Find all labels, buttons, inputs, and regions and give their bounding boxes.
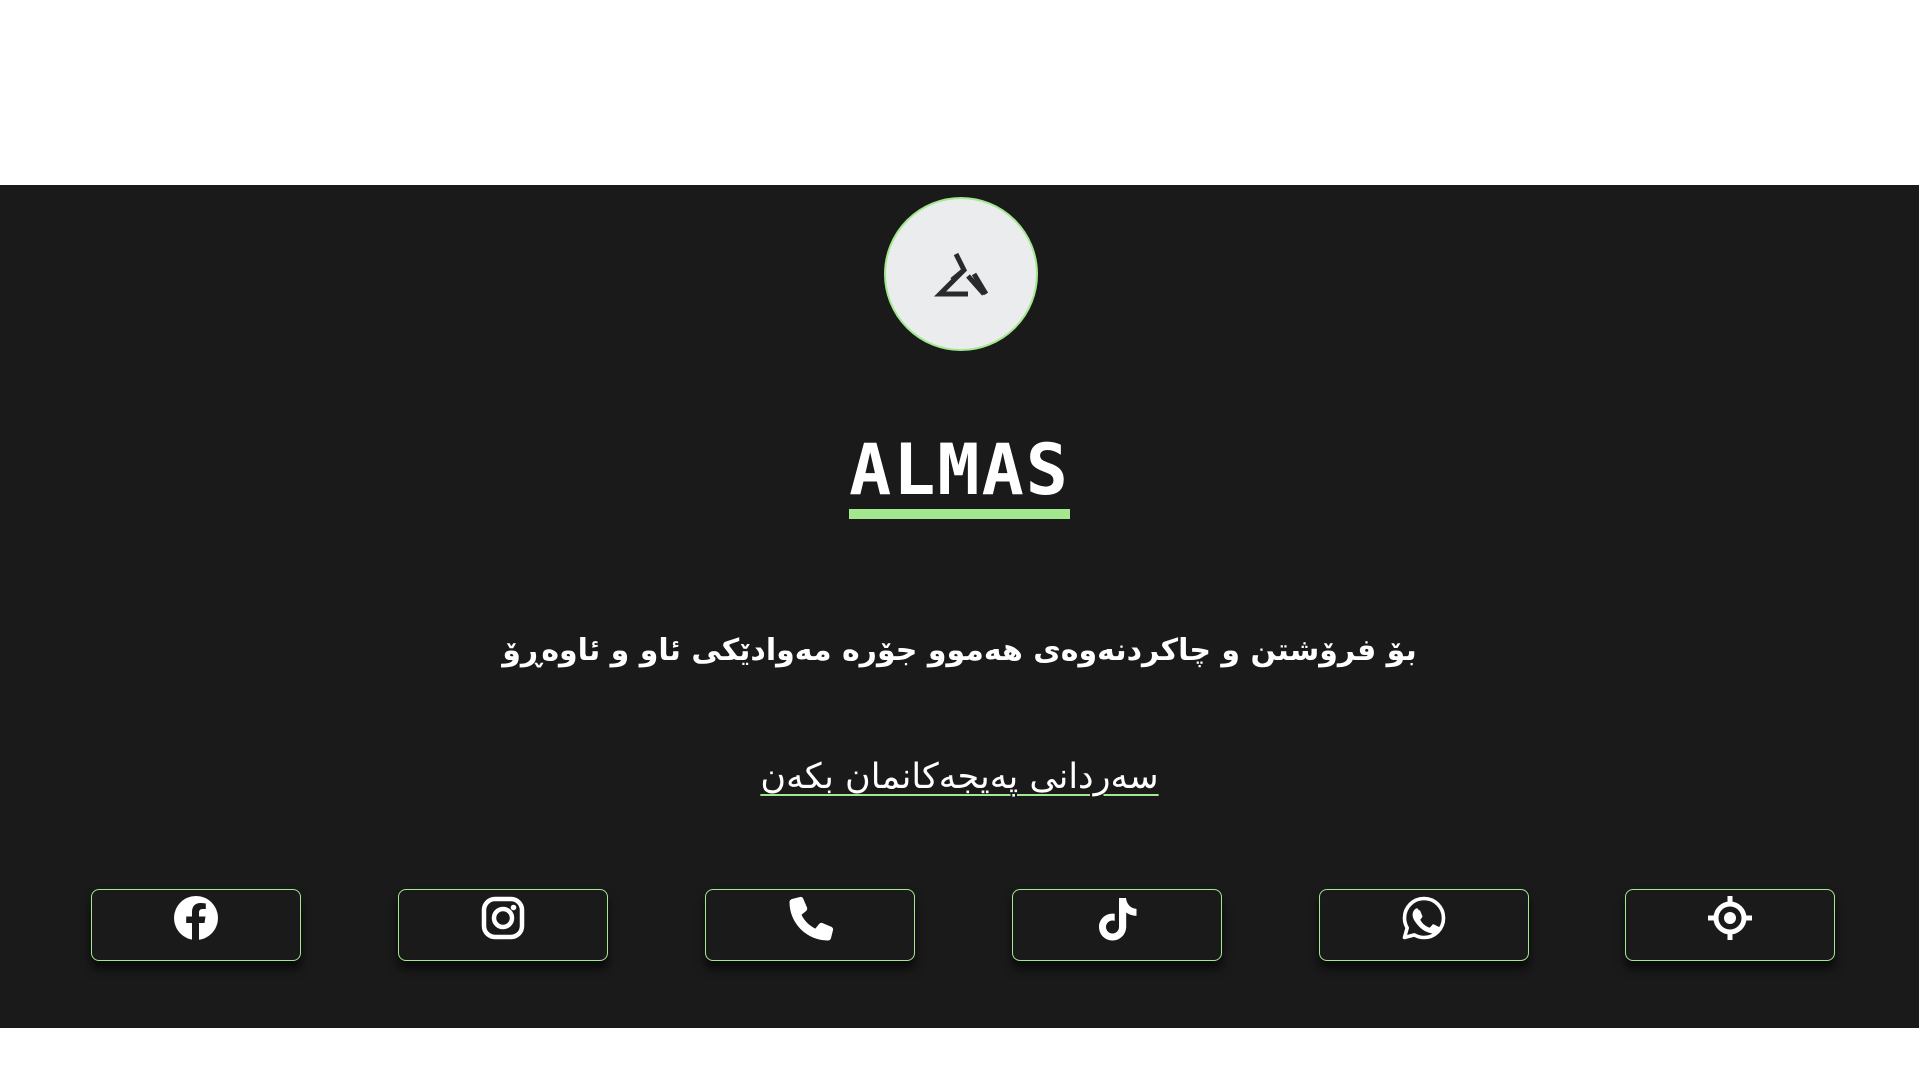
tiktok-button[interactable] [1012, 889, 1222, 961]
hero-section: ALMAS بۆ فرۆشتن و چاکردنەوەی هەموو جۆرە … [0, 185, 1919, 1028]
instagram-icon [481, 896, 525, 940]
almas-logo-icon [934, 252, 988, 297]
instagram-button[interactable] [398, 889, 608, 961]
brand-title: ALMAS [849, 435, 1070, 519]
whatsapp-icon [1402, 896, 1446, 940]
whatsapp-button[interactable] [1319, 889, 1529, 961]
tiktok-icon [1099, 898, 1137, 941]
visit-pages-wrapper: سەردانی پەیجەکانمان بکەن [0, 757, 1919, 797]
logo-avatar[interactable] [884, 197, 1038, 351]
phone-icon [789, 896, 834, 941]
facebook-icon [174, 896, 218, 940]
facebook-button[interactable] [91, 889, 301, 961]
tagline: بۆ فرۆشتن و چاکردنەوەی هەموو جۆرە مەوادێ… [502, 633, 1417, 668]
location-button[interactable] [1625, 889, 1835, 961]
social-buttons [91, 889, 1835, 961]
visit-pages-link[interactable]: سەردانی پەیجەکانمان بکەن [760, 757, 1158, 797]
location-icon [1708, 896, 1752, 940]
brand-title-wrapper: ALMAS [0, 435, 1919, 519]
phone-button[interactable] [705, 889, 915, 961]
page: ALMAS بۆ فرۆشتن و چاکردنەوەی هەموو جۆرە … [0, 0, 1920, 1080]
